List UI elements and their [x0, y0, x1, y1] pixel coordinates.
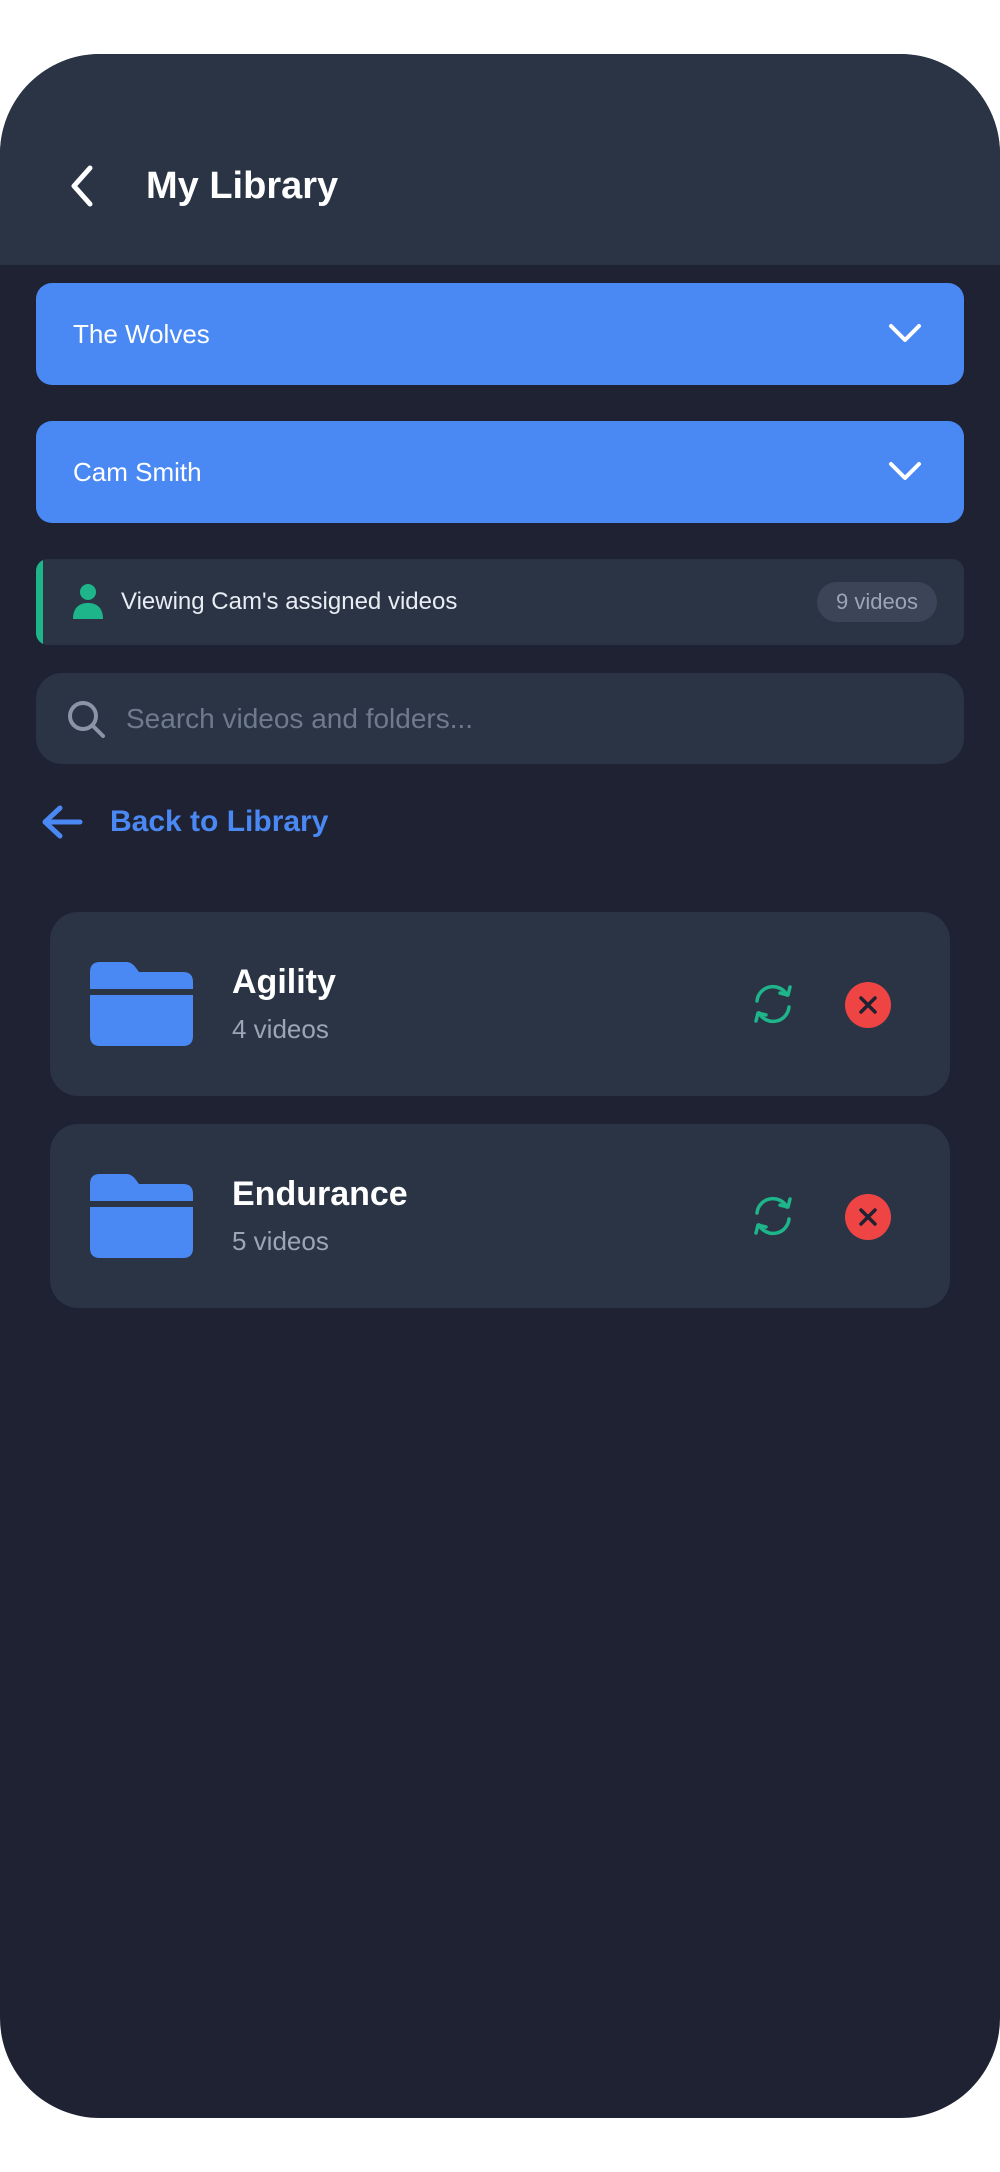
search-input[interactable] [126, 673, 926, 764]
chevron-down-icon [889, 462, 921, 480]
folder-icon [90, 1174, 193, 1258]
team-select-value: The Wolves [73, 319, 210, 349]
chevron-left-icon [71, 165, 93, 207]
folder-icon [90, 962, 193, 1046]
folder-name: Agility [232, 963, 336, 1001]
banner-accent-bar [36, 559, 43, 645]
folder-video-count: 4 videos [232, 1014, 329, 1044]
app-screen: My Library The Wolves Cam Smith Viewing … [0, 54, 1000, 2118]
folder-card[interactable]: Agility 4 videos [50, 912, 950, 1096]
sync-icon[interactable] [750, 981, 796, 1027]
folder-card[interactable]: Endurance 5 videos [50, 1124, 950, 1308]
search-bar [36, 673, 964, 764]
app-header: My Library [0, 54, 1000, 265]
page-title: My Library [146, 165, 339, 207]
sync-icon[interactable] [750, 1193, 796, 1239]
player-select-value: Cam Smith [73, 457, 202, 487]
video-count-badge: 9 videos [817, 582, 937, 622]
chevron-down-icon [889, 324, 921, 342]
remove-folder-button[interactable] [845, 982, 891, 1028]
team-select[interactable]: The Wolves [36, 283, 964, 385]
arrow-left-icon [42, 805, 83, 839]
player-select[interactable]: Cam Smith [36, 421, 964, 523]
back-to-library-label: Back to Library [110, 805, 329, 838]
folder-video-count: 5 videos [232, 1226, 329, 1256]
assigned-videos-banner: Viewing Cam's assigned videos 9 videos [36, 559, 964, 645]
back-button[interactable] [60, 158, 104, 214]
banner-text: Viewing Cam's assigned videos [121, 588, 458, 615]
folder-name: Endurance [232, 1175, 408, 1213]
person-icon [73, 584, 103, 619]
search-icon [68, 701, 105, 738]
remove-folder-button[interactable] [845, 1194, 891, 1240]
